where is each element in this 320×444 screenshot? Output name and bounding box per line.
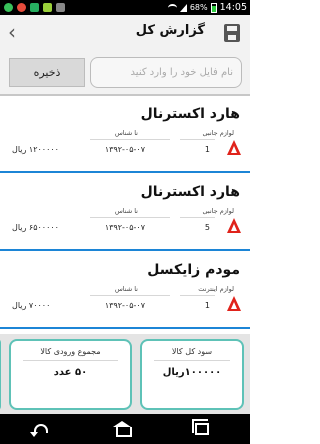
home-icon[interactable] — [112, 421, 132, 437]
bug-icon — [56, 3, 65, 12]
list-item[interactable]: هارد اکسترنال لوازم جانبی نا شناس 5 ۱۳۹۲… — [0, 176, 250, 251]
list-item[interactable]: مودم زایکسل لوازم اینترنت نا شناس 1 ۱۳۹۲… — [0, 254, 250, 329]
divider — [90, 139, 170, 140]
notification-icons — [4, 2, 65, 13]
filename-input[interactable] — [90, 57, 242, 88]
whatsapp-icon — [4, 3, 13, 12]
navigation-bar — [0, 414, 250, 444]
summary-card-partial — [0, 339, 1, 410]
file-bar: ذخیره — [0, 51, 250, 96]
divider — [154, 360, 230, 361]
sync-icon — [30, 3, 39, 12]
items-list[interactable]: هارد اکسترنال لوازم جانبی نا شناس 1 ۱۳۹۲… — [0, 98, 250, 334]
android-icon — [43, 3, 52, 12]
wifi-icon — [167, 3, 177, 12]
back-icon[interactable] — [30, 424, 48, 437]
battery-icon — [210, 2, 217, 13]
item-name: هارد اکسترنال — [140, 184, 240, 200]
status-bar: 68% 14:05 — [0, 0, 250, 15]
total-input-value: ۵۰ عدد — [53, 367, 88, 378]
summary-panel[interactable]: مجموع ورودی کالا ۵۰ عدد سود کل کالا ۱۰۰۰… — [0, 334, 250, 414]
serial-label: نا شناس — [114, 129, 138, 137]
total-profit-card: سود کل کالا ۱۰۰۰۰۰ریال — [140, 339, 244, 410]
item-quantity: 1 — [204, 145, 210, 154]
arrow-up-icon — [227, 140, 241, 155]
item-price: ۷۰۰۰۰ ریال — [12, 301, 51, 310]
back-chevron-icon[interactable]: ‹ — [8, 21, 16, 43]
total-profit-value: ۱۰۰۰۰۰ریال — [162, 367, 222, 378]
signal-icon — [179, 3, 187, 12]
divider — [23, 360, 118, 361]
arrow-up-icon — [227, 296, 241, 311]
divider — [180, 217, 215, 218]
battery-percent: 68% — [189, 3, 208, 12]
serial-label: نا شناس — [114, 207, 138, 215]
total-input-card: مجموع ورودی کالا ۵۰ عدد — [9, 339, 132, 410]
total-profit-title: سود کل کالا — [171, 347, 213, 356]
system-icons: 68% 14:05 — [167, 1, 247, 14]
divider — [180, 139, 215, 140]
title-bar: ‹ گزارش کل — [0, 15, 250, 51]
serial-label: نا شناس — [114, 285, 138, 293]
total-input-title: مجموع ورودی کالا — [40, 347, 101, 356]
category-label: لوازم اینترنت — [198, 285, 234, 293]
save-button[interactable]: ذخیره — [9, 58, 85, 87]
list-item[interactable]: هارد اکسترنال لوازم جانبی نا شناس 1 ۱۳۹۲… — [0, 98, 250, 173]
divider — [90, 295, 170, 296]
clock: 14:05 — [219, 2, 247, 13]
category-label: لوازم جانبی — [202, 129, 234, 137]
item-date: ۱۳۹۲-۰۵-۰۷ — [104, 145, 145, 154]
chrome-icon — [17, 3, 26, 12]
item-quantity: 5 — [204, 223, 210, 232]
divider — [90, 217, 170, 218]
item-price: ۱۲۰۰۰۰۰ ریال — [12, 145, 59, 154]
arrow-up-icon — [227, 218, 241, 233]
page-title: گزارش کل — [135, 23, 205, 38]
item-date: ۱۳۹۲-۰۵-۰۷ — [104, 223, 145, 232]
save-floppy-icon[interactable] — [224, 24, 240, 42]
divider — [180, 295, 215, 296]
recent-apps-icon[interactable] — [192, 419, 209, 435]
item-quantity: 1 — [204, 301, 210, 310]
item-price: ۶۵۰۰۰۰۰ ریال — [12, 223, 59, 232]
item-date: ۱۳۹۲-۰۵-۰۷ — [104, 301, 145, 310]
item-name: هارد اکسترنال — [140, 106, 240, 122]
item-name: مودم زایکسل — [147, 262, 240, 278]
category-label: لوازم جانبی — [202, 207, 234, 215]
